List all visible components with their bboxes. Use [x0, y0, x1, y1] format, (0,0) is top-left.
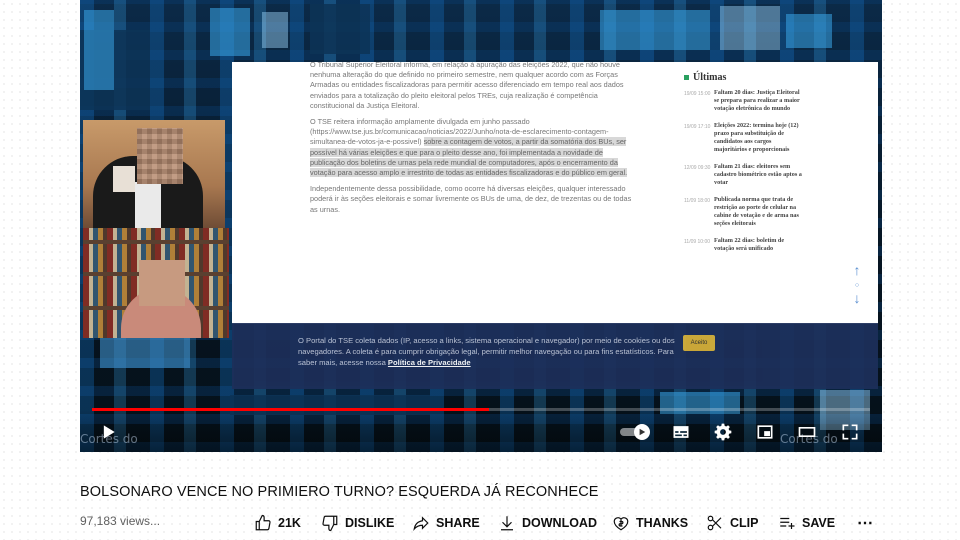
article-paragraph: O TSE reitera informação amplamente divu… — [310, 117, 632, 178]
news-headline: Faltam 21 dias: eleitores sem cadastro b… — [714, 163, 802, 186]
blurred-face — [137, 128, 183, 184]
glitch-block — [786, 14, 832, 48]
article-paragraph: O Tribunal Superior Eleitoral informa, e… — [310, 62, 624, 110]
news-item: 11/09 18:00 Publicada norma que trata de … — [684, 196, 854, 228]
scissors-icon — [707, 515, 722, 531]
article-screenshot: O Tribunal Superior Eleitoral informa, e… — [232, 62, 878, 324]
news-headline: Publicada norma que trata de restrição a… — [714, 196, 799, 227]
fullscreen-icon — [842, 424, 858, 440]
video-title: BOLSONARO VENCE NO PRIMIERO TURNO? ESQUE… — [80, 484, 599, 500]
save-button[interactable]: SAVE — [778, 513, 835, 533]
view-count[interactable]: 97,183 views... — [80, 514, 160, 528]
thumbs-up-icon — [255, 514, 271, 531]
thanks-label: THANKS — [636, 516, 689, 530]
glitch-block — [720, 6, 780, 50]
channel-watermark: Cortes do — [80, 432, 138, 446]
more-icon: ⋯ — [857, 515, 873, 532]
share-button[interactable]: SHARE — [412, 513, 480, 533]
article-paragraph: Independentemente dessa possibilidade, c… — [310, 184, 632, 214]
super-thanks-icon — [613, 517, 629, 531]
clip-label: CLIP — [730, 516, 759, 530]
download-button[interactable]: DOWNLOAD — [498, 513, 597, 533]
latest-news-sidebar: Últimas 19/09 15:00 Faltam 20 dias: Justi… — [684, 72, 854, 262]
thumbs-down-icon — [322, 515, 338, 532]
scroll-arrows-icon: ↑ ○ ↓ — [853, 262, 861, 306]
glitch-block — [84, 10, 114, 90]
fullscreen-button[interactable] — [838, 420, 862, 444]
cookie-message: O Portal do TSE coleta dados (IP, acesso… — [298, 336, 675, 367]
article-body: O Tribunal Superior Eleitoral informa, e… — [310, 62, 632, 221]
dislike-label: DISLIKE — [345, 516, 395, 530]
glitch-block — [100, 338, 190, 368]
theater-mode-icon — [798, 427, 816, 437]
more-actions-button[interactable]: ⋯ — [856, 513, 874, 533]
latest-news-title: Últimas — [684, 72, 854, 83]
subtitles-button[interactable] — [669, 420, 693, 444]
cookie-text: O Portal do TSE coleta dados (IP, acesso… — [298, 335, 678, 368]
dislike-button[interactable]: DISLIKE — [321, 513, 394, 533]
miniplayer-icon — [757, 425, 773, 439]
like-count: 21K — [278, 516, 301, 530]
news-time: 11/09 10:00 — [684, 239, 711, 245]
privacy-policy-link: Política de Privacidade — [387, 358, 471, 367]
autoplay-toggle[interactable] — [620, 424, 652, 440]
gear-icon — [714, 423, 732, 441]
news-item: 12/09 09:30 Faltam 21 dias: eleitores sem… — [684, 163, 854, 187]
video-player[interactable]: O Tribunal Superior Eleitoral informa, e… — [80, 0, 882, 452]
presenter-hand — [113, 166, 135, 192]
clip-button[interactable]: CLIP — [706, 513, 758, 533]
autoplay-knob — [634, 424, 650, 440]
webcam-female-presenter — [83, 228, 229, 338]
subtitles-icon — [673, 426, 689, 438]
like-button[interactable]: 21K — [254, 513, 301, 533]
news-headline: Faltam 22 dias: boletim de votação será … — [714, 237, 785, 252]
presenter-shirt — [135, 182, 161, 230]
news-time: 19/09 17:10 — [684, 124, 711, 130]
cookie-banner: O Portal do TSE coleta dados (IP, acesso… — [232, 323, 878, 389]
thanks-button[interactable]: THANKS — [612, 513, 688, 533]
glitch-block — [600, 10, 710, 50]
theater-mode-button[interactable] — [795, 420, 819, 444]
save-label: SAVE — [802, 516, 836, 530]
settings-button[interactable] — [711, 420, 735, 444]
cookie-accept-button: Aceito — [683, 335, 715, 351]
miniplayer-button[interactable] — [753, 420, 777, 444]
share-icon — [413, 516, 429, 532]
glitch-block — [210, 8, 250, 56]
news-time: 12/09 09:30 — [684, 165, 711, 171]
bullet-icon — [684, 75, 689, 81]
news-headline: Faltam 20 dias: Justiça Eleitoral se pre… — [714, 89, 800, 112]
news-headline: Eleições 2022: termina hoje (12) prazo p… — [714, 122, 799, 153]
add-to-playlist-icon — [780, 517, 795, 529]
progress-played — [92, 408, 489, 411]
progress-bar[interactable] — [92, 408, 870, 411]
glitch-block — [310, 4, 370, 54]
webcam-male-presenter — [83, 120, 225, 230]
download-label: DOWNLOAD — [522, 516, 597, 530]
news-item: 11/09 10:00 Faltam 22 dias: boletim de vo… — [684, 237, 854, 253]
share-label: SHARE — [436, 516, 480, 530]
shelf-line — [83, 240, 229, 244]
latest-news-title-text: Últimas — [693, 72, 727, 83]
glitch-block — [262, 12, 288, 48]
news-item: 19/09 17:10 Eleições 2022: termina hoje (… — [684, 122, 854, 154]
news-time: 11/09 18:00 — [684, 198, 711, 204]
download-icon — [501, 516, 513, 531]
news-item: 19/09 15:00 Faltam 20 dias: Justiça Eleit… — [684, 89, 854, 113]
blurred-face — [139, 260, 185, 306]
play-icon — [639, 428, 646, 436]
news-time: 19/09 15:00 — [684, 91, 711, 97]
